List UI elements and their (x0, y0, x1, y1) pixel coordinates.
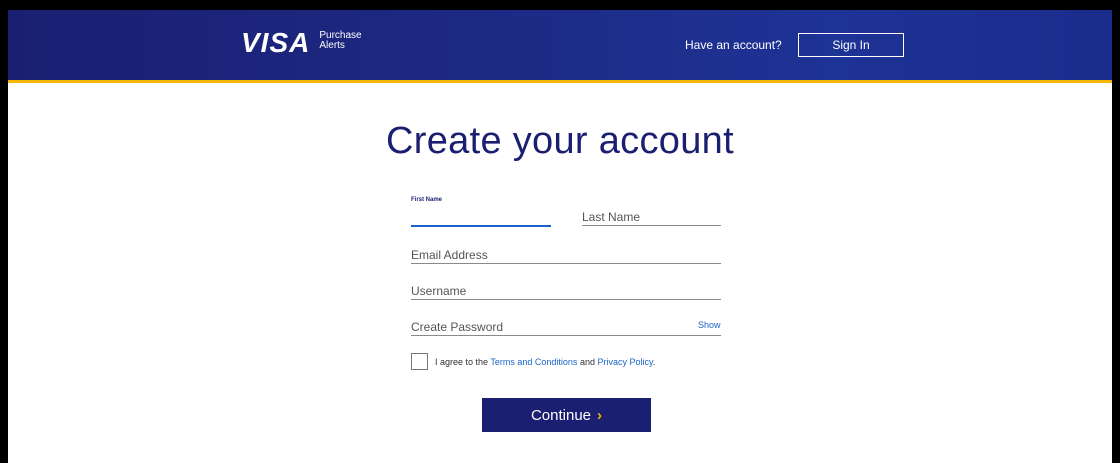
page-title: Create your account (386, 120, 734, 162)
username-field-wrapper (411, 282, 721, 300)
have-account-text: Have an account? (685, 38, 782, 52)
agree-suffix: . (652, 357, 656, 367)
agree-terms-text: I agree to the Terms and Conditions and … (435, 357, 655, 367)
sign-in-button[interactable]: Sign In (798, 33, 904, 57)
visa-purchase-alerts-logo[interactable]: VISA Purchase Alerts (241, 28, 362, 58)
email-field-wrapper (411, 246, 721, 264)
continue-button[interactable]: Continue › (482, 398, 651, 432)
privacy-policy-link[interactable]: Privacy Policy (597, 357, 652, 367)
last-name-field-wrapper (582, 208, 721, 226)
continue-label: Continue (530, 406, 592, 424)
password-underline (411, 335, 721, 336)
top-navigation-bar: VISA Purchase Alerts Have an account? Si… (8, 10, 1112, 83)
logo-subtitle: Purchase Alerts (319, 31, 361, 51)
terms-and-conditions-link[interactable]: Terms and Conditions (490, 357, 577, 367)
agree-middle: and (577, 357, 598, 367)
logo-subtitle-line2: Alerts (319, 40, 345, 51)
agree-terms-checkbox[interactable] (411, 353, 428, 370)
visa-logo-wordmark: VISA (241, 27, 311, 58)
show-password-toggle[interactable]: Show (698, 320, 721, 330)
email-input[interactable] (411, 246, 721, 264)
first-name-label: First Name (411, 197, 443, 203)
chevron-right-icon: › (597, 406, 603, 424)
password-field-wrapper (411, 318, 691, 336)
agree-prefix: I agree to the (435, 357, 491, 367)
last-name-input[interactable] (582, 208, 721, 226)
first-name-field-wrapper (411, 205, 551, 227)
password-input[interactable] (411, 318, 691, 336)
first-name-input[interactable] (411, 205, 551, 225)
page-frame: VISA Purchase Alerts Have an account? Si… (8, 10, 1112, 463)
username-input[interactable] (411, 282, 721, 300)
